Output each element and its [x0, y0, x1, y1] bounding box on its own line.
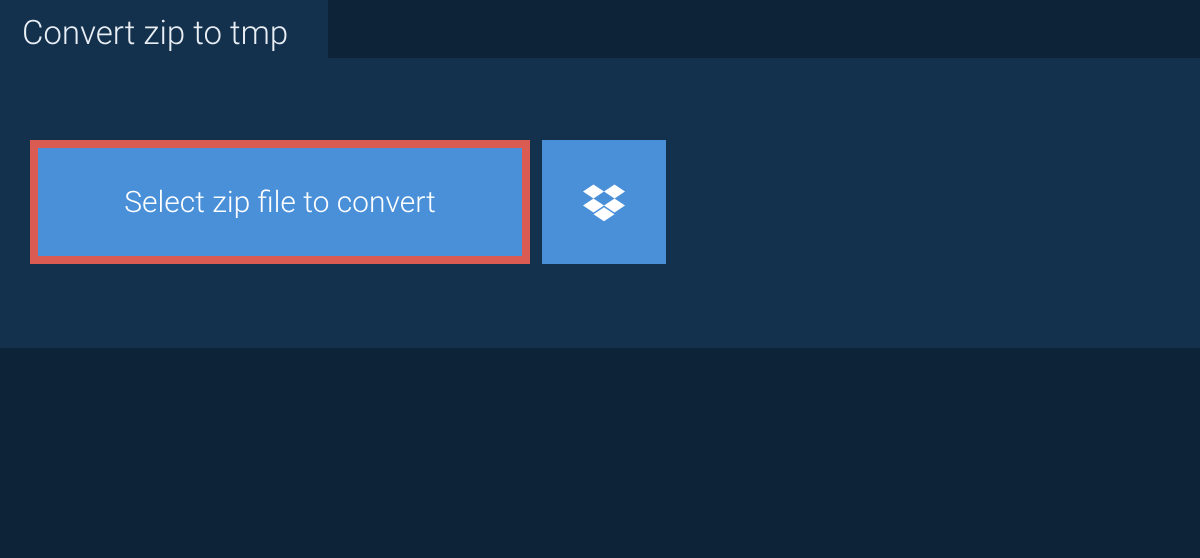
select-file-label: Select zip file to convert: [124, 185, 435, 220]
action-row: Select zip file to convert: [0, 58, 1200, 264]
dropbox-button[interactable]: [542, 140, 666, 264]
page-title-tab: Convert zip to tmp: [0, 0, 328, 67]
select-file-button[interactable]: Select zip file to convert: [30, 140, 530, 264]
converter-panel: Convert zip to tmp Select zip file to co…: [0, 58, 1200, 348]
dropbox-icon: [583, 183, 625, 221]
page-title: Convert zip to tmp: [22, 14, 288, 53]
